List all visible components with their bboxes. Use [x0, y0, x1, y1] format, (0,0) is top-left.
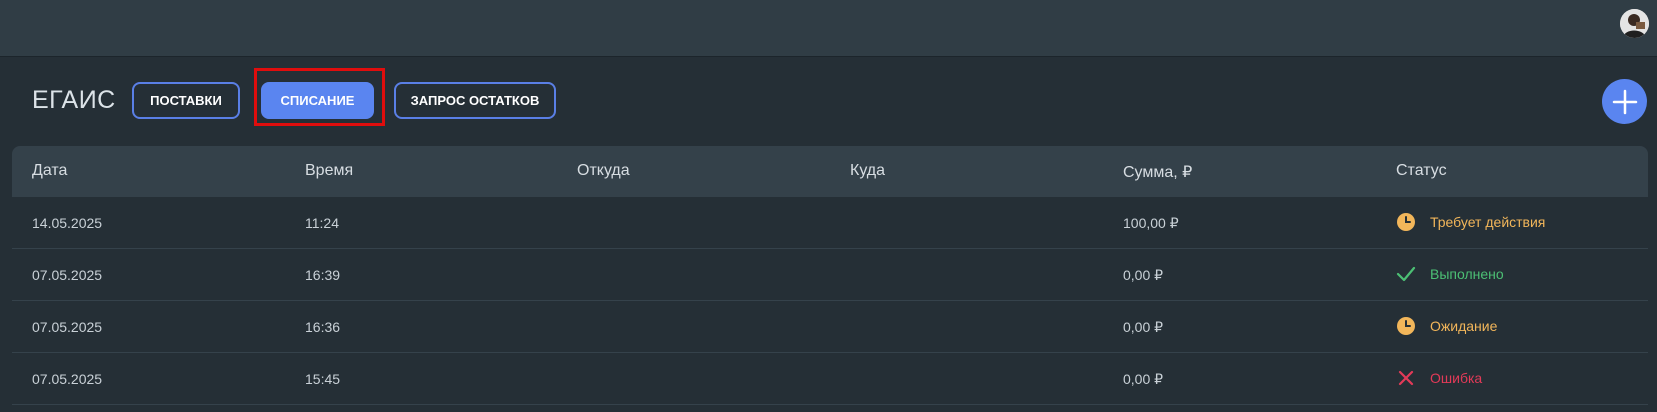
cell-sum: 100,00 ₽ [1123, 215, 1179, 231]
tab-zapros-ostatkov[interactable]: ЗАПРОС ОСТАТКОВ [394, 82, 556, 119]
cell-date: 07.05.2025 [32, 267, 103, 283]
top-bar [0, 0, 1657, 57]
cross-icon [1398, 370, 1414, 386]
cell-sum: 0,00 ₽ [1123, 371, 1164, 387]
cell-date: 14.05.2025 [32, 215, 103, 231]
status-badge: Ошибка [1396, 368, 1482, 388]
cell-sum: 0,00 ₽ [1123, 267, 1164, 283]
table-row[interactable]: 07.05.2025 16:36 0,00 ₽ Ожидание [12, 301, 1648, 353]
table-row[interactable]: 07.05.2025 16:39 0,00 ₽ Выполнено [12, 249, 1648, 301]
clock-icon [1397, 317, 1415, 335]
check-icon [1396, 266, 1416, 282]
status-label: Ошибка [1430, 370, 1483, 386]
column-header-time[interactable]: Время [305, 162, 353, 180]
column-header-sum[interactable]: Сумма, ₽ [1123, 162, 1192, 182]
table-header: Дата Время Откуда Куда Сумма, ₽ Статус [12, 146, 1648, 197]
selection-highlight [254, 68, 385, 126]
column-header-date[interactable]: Дата [32, 162, 67, 180]
plus-icon [1612, 89, 1637, 114]
cell-date: 07.05.2025 [32, 371, 103, 387]
status-badge: Ожидание [1396, 316, 1497, 336]
cell-time: 11:24 [305, 215, 339, 231]
add-button[interactable] [1602, 79, 1647, 124]
avatar-icon [1620, 9, 1649, 38]
status-label: Выполнено [1430, 266, 1504, 282]
column-header-from[interactable]: Откуда [577, 162, 630, 180]
column-header-to[interactable]: Куда [850, 162, 885, 180]
cell-time: 16:39 [305, 267, 341, 283]
status-label: Ожидание [1430, 318, 1498, 334]
cell-sum: 0,00 ₽ [1123, 319, 1164, 335]
cell-time: 16:36 [305, 319, 341, 335]
table-row[interactable]: 07.05.2025 15:45 0,00 ₽ Ошибка [12, 353, 1648, 405]
documents-table: Дата Время Откуда Куда Сумма, ₽ Статус 1… [12, 146, 1648, 405]
cell-time: 15:45 [305, 371, 341, 387]
status-label: Требует действия [1430, 214, 1546, 230]
cell-date: 07.05.2025 [32, 319, 103, 335]
status-badge: Выполнено [1396, 264, 1504, 284]
page-title: ЕГАИС [32, 86, 116, 114]
tab-postavki[interactable]: ПОСТАВКИ [132, 82, 240, 119]
user-avatar[interactable] [1620, 9, 1649, 38]
table-row[interactable]: 14.05.2025 11:24 100,00 ₽ Требует действ… [12, 197, 1648, 249]
column-header-status[interactable]: Статус [1396, 162, 1447, 180]
status-badge: Требует действия [1396, 212, 1545, 232]
clock-icon [1397, 213, 1415, 231]
